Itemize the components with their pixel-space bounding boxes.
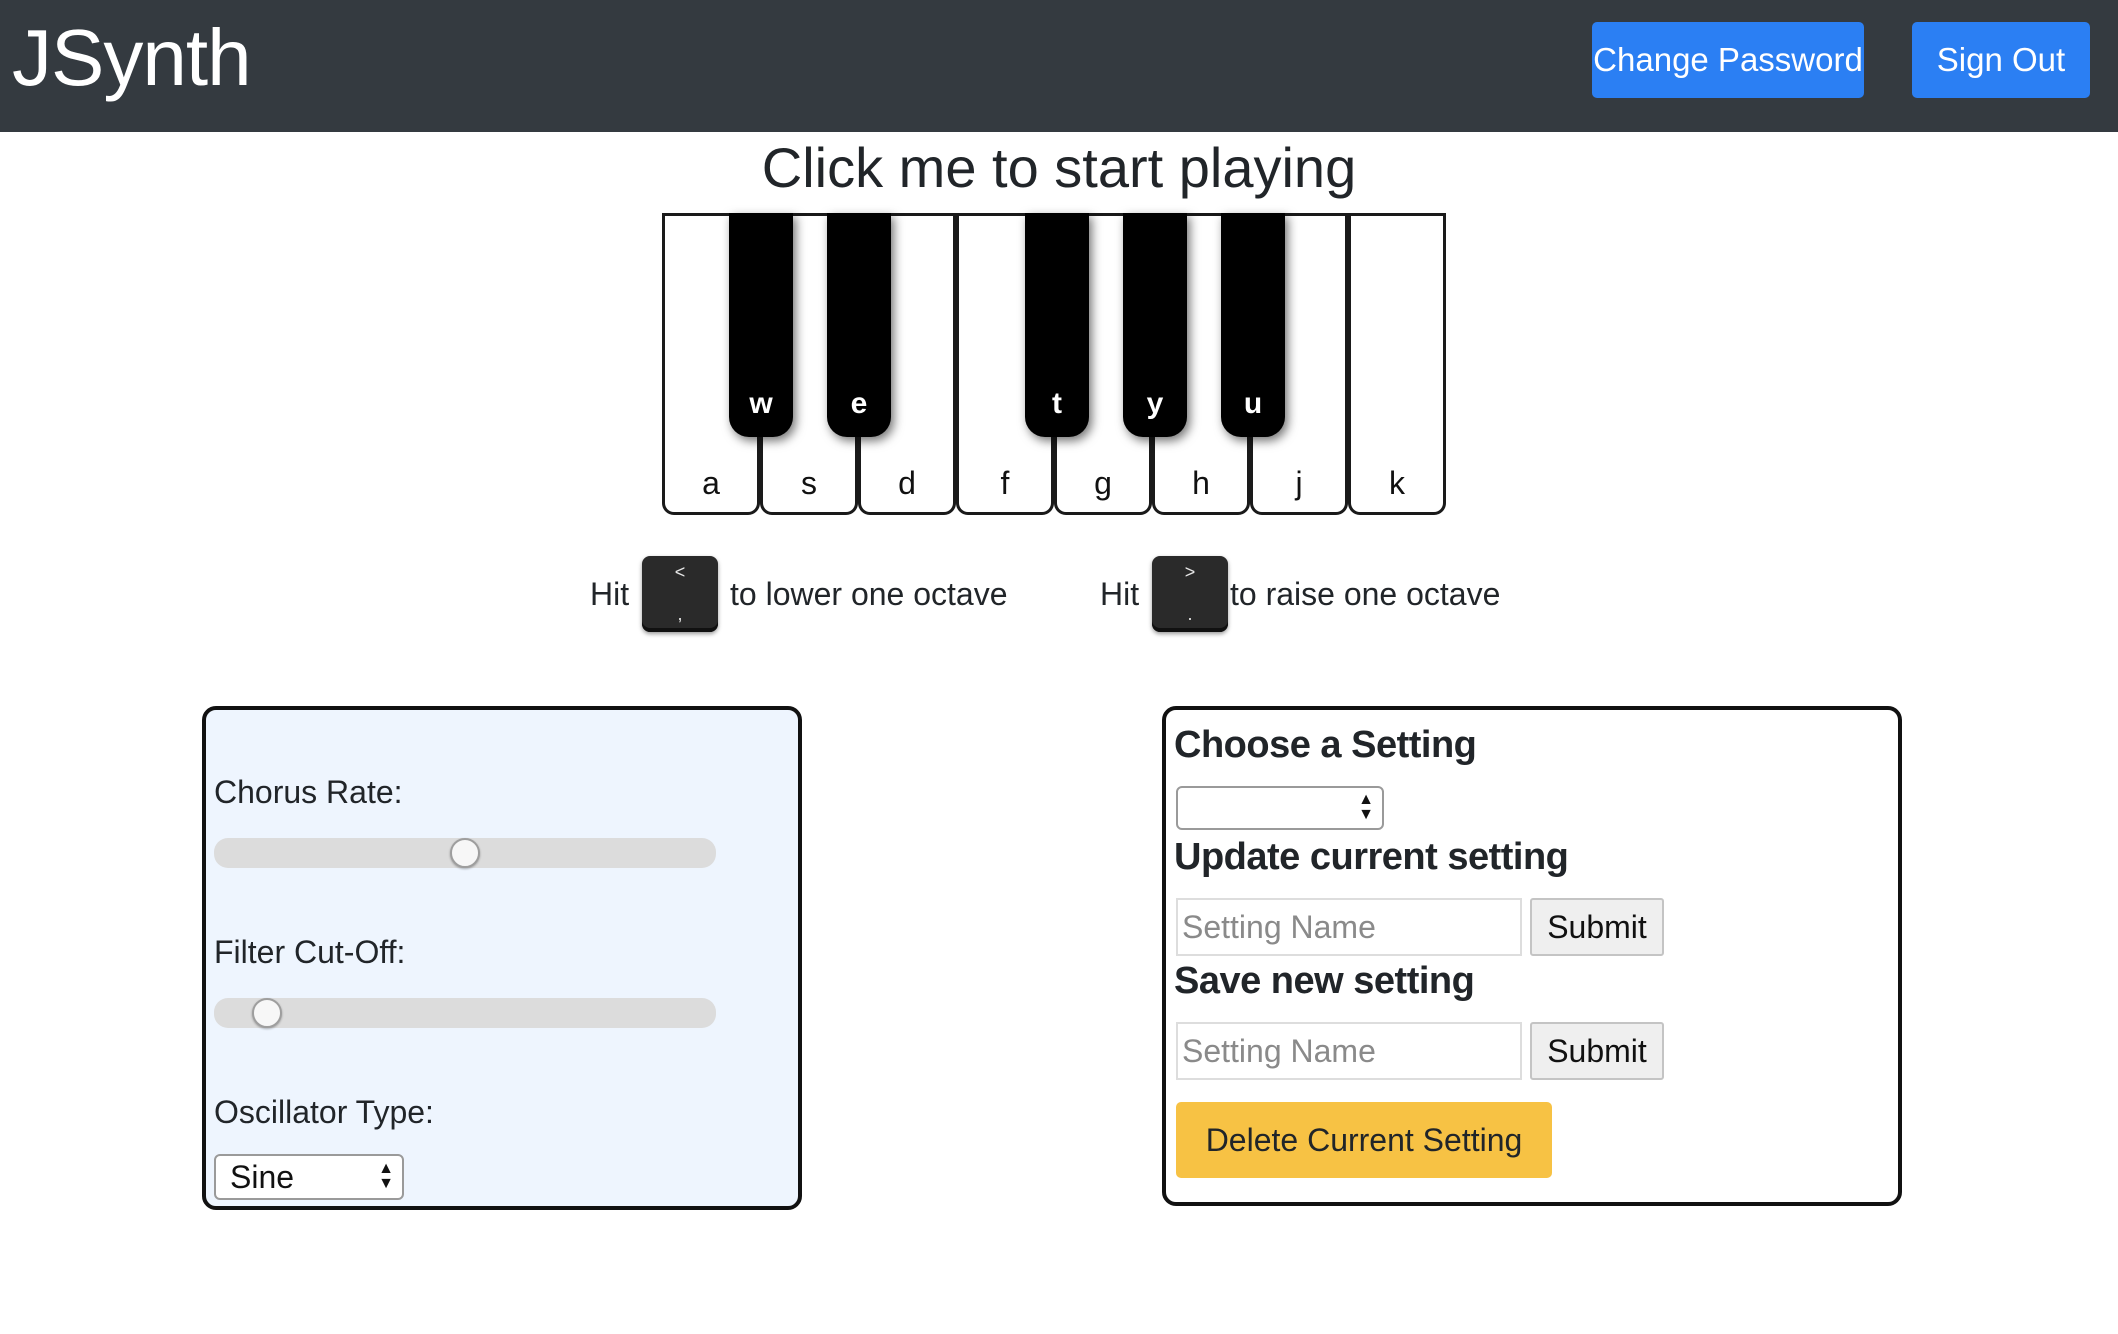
select-arrows-icon: ▲ ▼ (1358, 791, 1374, 823)
oscillator-type-label: Oscillator Type: (214, 1094, 434, 1130)
black-key-w[interactable]: w (729, 213, 793, 437)
oscillator-type-value: Sine (230, 1159, 295, 1195)
key-label: e (850, 387, 868, 420)
keycap-bottom-label: . (1187, 604, 1193, 624)
save-setting-title: Save new setting (1174, 960, 1475, 1002)
key-label: t (1052, 387, 1062, 420)
key-label: u (1243, 387, 1263, 420)
save-setting-name-input[interactable] (1176, 1022, 1522, 1080)
oscillator-type-select[interactable]: Sine ▲ ▼ (214, 1154, 404, 1200)
select-arrows-icon: ▲ ▼ (378, 1160, 394, 1192)
save-submit-button[interactable]: Submit (1530, 1022, 1664, 1080)
synth-controls-panel: Chorus Rate: Filter Cut-Off: Oscillator … (202, 706, 802, 1210)
start-playing-title[interactable]: Click me to start playing (0, 136, 2118, 200)
filter-cutoff-label: Filter Cut-Off: (214, 934, 406, 970)
lower-octave-text: to lower one octave (730, 576, 1008, 612)
black-key-t[interactable]: t (1025, 213, 1089, 437)
delete-setting-button[interactable]: Delete Current Setting (1176, 1102, 1552, 1178)
key-label: h (1192, 465, 1210, 501)
chorus-rate-label: Chorus Rate: (214, 774, 403, 810)
keycap-top-label: > (1184, 562, 1196, 582)
period-key-icon: > . (1152, 556, 1228, 632)
key-label: f (1000, 465, 1010, 501)
settings-panel: Choose a Setting ▲ ▼ Update current setti… (1162, 706, 1902, 1206)
update-setting-title: Update current setting (1174, 836, 1569, 878)
sign-out-button[interactable]: Sign Out (1912, 22, 2090, 98)
black-key-e[interactable]: e (827, 213, 891, 437)
lower-octave-hit-text: Hit (590, 576, 630, 612)
key-label: d (898, 465, 916, 501)
navbar: JSynth Change Password Sign Out (0, 0, 2118, 132)
update-setting-name-input[interactable] (1176, 898, 1522, 956)
comma-key-icon: < , (642, 556, 718, 632)
key-label: j (1295, 465, 1303, 501)
brand-logo[interactable]: JSynth (12, 8, 252, 108)
keycap-bottom-label: , (677, 604, 683, 624)
raise-octave-hit-text: Hit (1100, 576, 1140, 612)
key-label: k (1389, 465, 1405, 501)
change-password-button[interactable]: Change Password (1592, 22, 1864, 98)
keycap-top-label: < (674, 562, 686, 582)
key-label: g (1094, 465, 1112, 501)
key-label: w (749, 387, 773, 420)
filter-cutoff-slider-thumb[interactable] (251, 998, 282, 1028)
key-label: s (801, 465, 817, 501)
filter-cutoff-slider[interactable] (214, 998, 716, 1028)
raise-octave-text: to raise one octave (1230, 576, 1501, 612)
chorus-rate-slider-thumb[interactable] (450, 838, 480, 868)
white-key-k[interactable]: k (1348, 213, 1446, 515)
update-submit-button[interactable]: Submit (1530, 898, 1664, 956)
piano-keyboard[interactable]: a s d f g h j k w e t y u (662, 213, 1450, 515)
setting-select[interactable]: ▲ ▼ (1176, 786, 1384, 830)
key-label: a (702, 465, 720, 501)
choose-setting-title: Choose a Setting (1174, 724, 1477, 766)
chorus-rate-slider[interactable] (214, 838, 716, 868)
key-label: y (1146, 387, 1164, 420)
black-key-y[interactable]: y (1123, 213, 1187, 437)
black-key-u[interactable]: u (1221, 213, 1285, 437)
